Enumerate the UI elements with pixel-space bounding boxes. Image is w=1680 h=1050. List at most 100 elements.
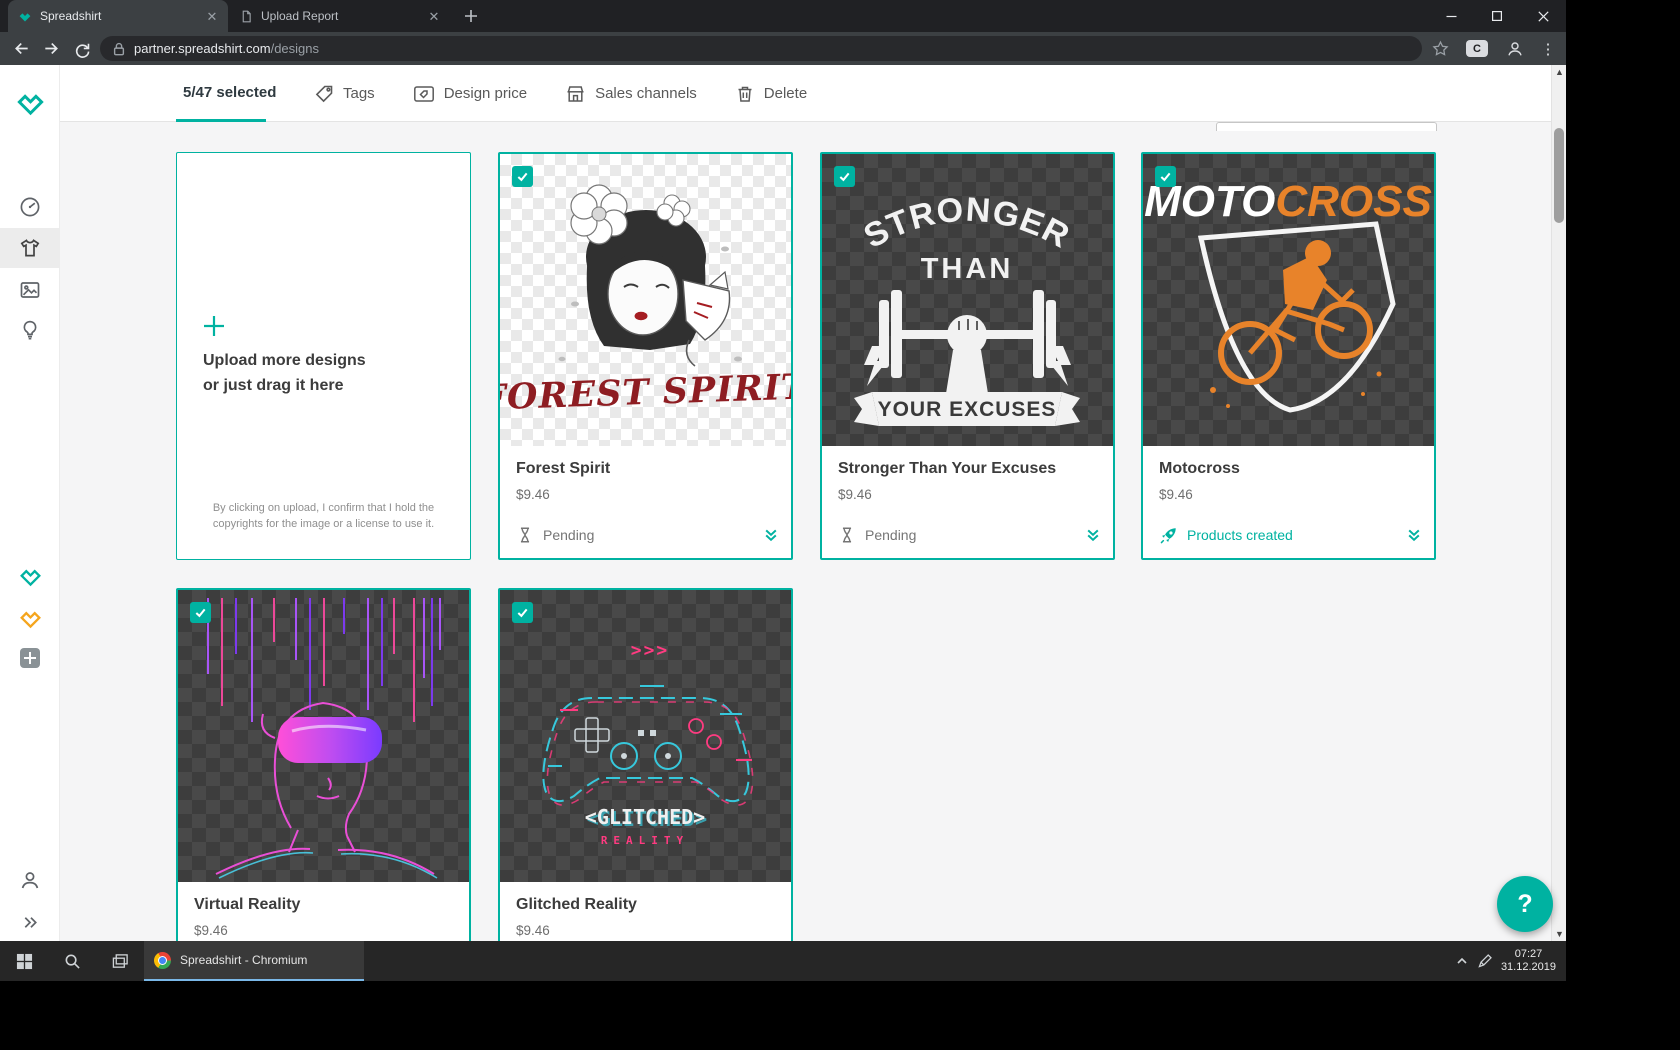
sidebar-item-products[interactable] — [0, 270, 60, 310]
sidebar-item-add-channel[interactable] — [0, 638, 60, 678]
new-tab-button[interactable] — [458, 4, 484, 28]
sidebar-item-shop-orange[interactable] — [0, 597, 60, 637]
design-info: Virtual Reality $9.46 — [178, 882, 469, 941]
page-scrollbar[interactable]: ▲ ▼ — [1551, 65, 1566, 941]
design-thumbnail[interactable] — [178, 590, 469, 882]
taskbar-app-label: Spreadshirt - Chromium — [180, 953, 308, 967]
back-arrow-icon — [15, 42, 28, 55]
double-chevron-right-icon — [24, 916, 37, 928]
browser-menu-button[interactable]: ⋮ — [1536, 35, 1560, 62]
profile-button[interactable] — [1502, 35, 1528, 62]
task-view-button[interactable] — [96, 941, 144, 981]
design-checkbox[interactable] — [190, 602, 211, 623]
upload-designs-card[interactable]: Upload more designs or just drag it here… — [176, 152, 471, 560]
expand-card-button[interactable] — [1083, 525, 1103, 545]
svg-text:MOTOCROSS: MOTOCROSS — [1144, 177, 1432, 226]
svg-text:STRONGER: STRONGER — [858, 191, 1076, 256]
design-title: Virtual Reality — [194, 896, 301, 913]
tab-spreadshirt[interactable]: Spreadshirt ✕ — [8, 0, 228, 32]
scrollbar-down-arrow[interactable]: ▼ — [1552, 927, 1566, 941]
reload-button[interactable] — [68, 35, 95, 62]
lock-icon — [113, 42, 125, 55]
design-card-motocross[interactable]: MOTOCROSS Motocross $9.46 Products creat… — [1141, 152, 1436, 560]
help-fab-label: ? — [1517, 889, 1533, 918]
search-input-partial[interactable] — [1216, 122, 1437, 131]
chromium-icon — [154, 951, 171, 969]
design-card-forest-spirit[interactable]: FOREST SPIRIT Forest Spirit $9.46 Pendin… — [498, 152, 793, 560]
taskbar-search-button[interactable] — [48, 941, 96, 981]
forest-spirit-artwork: FOREST SPIRIT — [500, 184, 791, 419]
design-thumbnail[interactable]: MOTOCROSS — [1143, 154, 1434, 446]
hidden-icons-chevron-icon[interactable] — [1455, 954, 1469, 968]
close-icon — [1537, 10, 1549, 22]
forward-arrow-icon — [45, 42, 58, 55]
stronger-artwork: STRONGER THAN YOUR EXCUSES — [854, 191, 1080, 426]
help-fab-button[interactable]: ? — [1497, 876, 1553, 932]
trash-icon — [738, 86, 752, 102]
design-thumbnail[interactable]: >>> <GLITCHED> <GLITCHED> REALITY — [500, 590, 791, 882]
design-card-stronger[interactable]: STRONGER THAN YOUR EXCUSES Stronger Than… — [820, 152, 1115, 560]
design-price-button[interactable]: Design price — [413, 84, 527, 104]
selection-count-label: 5/47 selected — [183, 84, 277, 101]
document-favicon — [242, 10, 251, 22]
tab-upload-report[interactable]: Upload Report ✕ — [230, 0, 450, 32]
window-close-button[interactable] — [1520, 0, 1566, 32]
browser-titlebar: Spreadshirt ✕ Upload Report ✕ — [0, 0, 1566, 32]
status-label: Products created — [1187, 527, 1293, 543]
sidebar-expand-button[interactable] — [0, 902, 60, 941]
scrollbar-thumb[interactable] — [1554, 128, 1564, 223]
sidebar-item-designs[interactable] — [0, 228, 60, 268]
delete-label: Delete — [763, 85, 808, 102]
url-text: partner.spreadshirt.com/designs — [134, 41, 319, 56]
checkmark-icon — [195, 608, 206, 618]
url-bar[interactable]: partner.spreadshirt.com/designs — [100, 36, 1422, 61]
pen-icon[interactable] — [1477, 953, 1493, 969]
forward-button[interactable] — [38, 35, 65, 62]
bookmark-star-button[interactable] — [1428, 35, 1452, 62]
design-checkbox[interactable] — [512, 602, 533, 623]
design-price: $9.46 — [516, 487, 550, 502]
hourglass-icon — [842, 527, 852, 543]
extension-badge[interactable]: C — [1464, 35, 1490, 62]
delete-button[interactable]: Delete — [735, 84, 807, 104]
tags-button[interactable]: Tags — [314, 84, 375, 104]
design-thumbnail[interactable]: FOREST SPIRIT — [500, 154, 791, 446]
design-info: Stronger Than Your Excuses $9.46 Pending — [822, 446, 1113, 558]
tab-close-icon[interactable]: ✕ — [204, 8, 220, 24]
checkmark-icon — [517, 172, 528, 182]
design-checkbox[interactable] — [512, 166, 533, 187]
design-checkbox[interactable] — [834, 166, 855, 187]
start-menu-button[interactable] — [0, 941, 48, 981]
status-label: Pending — [543, 527, 595, 543]
taskbar-clock[interactable]: 07:27 31.12.2019 — [1501, 948, 1556, 974]
rocket-icon — [1160, 527, 1176, 543]
expand-card-button[interactable] — [761, 525, 781, 545]
back-button[interactable] — [8, 35, 35, 62]
design-card-glitched-reality[interactable]: >>> <GLITCHED> <GLITCHED> REALITY Glitch… — [498, 588, 793, 941]
sidebar-logo[interactable] — [0, 79, 60, 123]
spreadshirt-favicon — [19, 13, 31, 22]
window-maximize-button[interactable] — [1474, 0, 1520, 32]
design-card-virtual-reality[interactable]: Virtual Reality $9.46 — [176, 588, 471, 941]
sidebar-item-ideas[interactable] — [0, 310, 60, 350]
sidebar-item-marketplace-teal[interactable] — [0, 555, 60, 595]
design-title: Motocross — [1159, 460, 1240, 477]
expand-card-button[interactable] — [1404, 525, 1424, 545]
page: 5/47 selected Tags Design price Sales ch… — [0, 65, 1566, 941]
sales-channels-label: Sales channels — [595, 85, 697, 102]
sidebar-item-dashboard[interactable] — [0, 187, 60, 227]
sidebar-item-account[interactable] — [0, 860, 60, 900]
window-minimize-button[interactable] — [1428, 0, 1474, 32]
sales-channels-button[interactable]: Sales channels — [565, 84, 697, 104]
design-thumbnail[interactable]: STRONGER THAN YOUR EXCUSES — [822, 154, 1113, 446]
design-price: $9.46 — [516, 923, 550, 938]
tab-close-icon[interactable]: ✕ — [426, 8, 442, 24]
upload-disclaimer-line1: By clicking on upload, I confirm that I … — [212, 502, 435, 515]
design-price: $9.46 — [1159, 487, 1193, 502]
double-chevron-down-icon — [1408, 529, 1420, 542]
taskbar-tray: 07:27 31.12.2019 — [1455, 941, 1566, 981]
tab-title: Spreadshirt — [40, 9, 102, 23]
design-checkbox[interactable] — [1155, 166, 1176, 187]
taskbar-app-chromium[interactable]: Spreadshirt - Chromium — [144, 941, 364, 981]
scrollbar-up-arrow[interactable]: ▲ — [1552, 65, 1566, 79]
